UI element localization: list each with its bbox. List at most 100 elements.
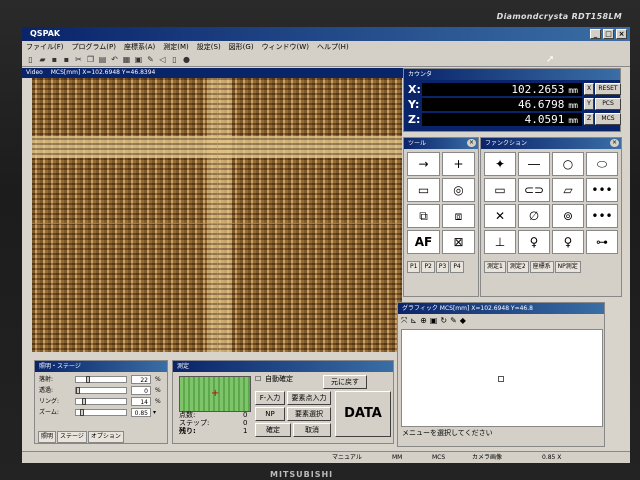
tab-coordinate[interactable]: 座標系: [529, 261, 554, 273]
trans-slider[interactable]: [75, 387, 127, 394]
new-file-icon[interactable]: ▯: [26, 55, 35, 64]
tools-close-icon[interactable]: ×: [467, 139, 476, 147]
open-folder-icon[interactable]: ▰: [38, 55, 47, 64]
func-rectangle[interactable]: ▭: [484, 178, 516, 202]
data-button[interactable]: DATA: [335, 391, 391, 437]
close-button[interactable]: ×: [616, 29, 627, 39]
func-parallelogram[interactable]: ▱: [552, 178, 584, 202]
pan-icon[interactable]: ⤧: [401, 316, 407, 326]
menu-settings[interactable]: 設定(S): [197, 41, 221, 53]
tab-stage[interactable]: ステージ: [57, 431, 87, 443]
camera-view[interactable]: [32, 78, 402, 352]
save-all-icon[interactable]: ▪: [62, 55, 71, 64]
func-point-circle[interactable]: ♀: [518, 230, 550, 254]
zero-x-button[interactable]: X: [584, 83, 594, 95]
func-tangent[interactable]: ∅: [518, 204, 550, 228]
tool-box-edge[interactable]: ⧉: [407, 204, 440, 228]
epi-value[interactable]: 22: [131, 375, 151, 384]
menu-window[interactable]: ウィンドウ(W): [262, 41, 309, 53]
tab-measure1[interactable]: 測定1: [484, 261, 506, 273]
zoom-slider[interactable]: [75, 409, 127, 416]
image-icon[interactable]: ▣: [134, 55, 143, 64]
save-icon[interactable]: ▪: [50, 55, 59, 64]
zero-y-button[interactable]: Y: [584, 98, 594, 110]
zoom-fit-icon[interactable]: ▣: [430, 316, 438, 326]
confirm-button[interactable]: 確定: [255, 423, 291, 437]
func-ellipse[interactable]: ⬭: [586, 152, 618, 176]
auto-confirm-checkbox[interactable]: ☐: [255, 375, 261, 384]
tab-option[interactable]: オプション: [87, 431, 124, 443]
rotate-icon[interactable]: ↻: [440, 316, 447, 326]
grid-icon[interactable]: ▦: [122, 55, 131, 64]
undo-button[interactable]: 元に戻す: [323, 375, 367, 389]
np-button[interactable]: NP: [255, 407, 285, 421]
tool-pattern[interactable]: ⊠: [442, 230, 475, 254]
add-point-button[interactable]: 要素点入力: [287, 391, 331, 405]
record-icon[interactable]: ●: [182, 55, 191, 64]
brush-icon[interactable]: ✎: [450, 316, 457, 326]
zoom-label: ズーム:: [39, 409, 59, 416]
ring-value[interactable]: 14: [131, 397, 151, 406]
epi-slider-thumb[interactable]: [86, 376, 90, 383]
menu-measure[interactable]: 測定(M): [163, 41, 189, 53]
f-input-button[interactable]: F-入力: [255, 391, 285, 405]
cut-icon[interactable]: ✂: [74, 55, 83, 64]
axis-icon[interactable]: ⊾: [410, 316, 417, 326]
tool-box[interactable]: ▭: [407, 178, 440, 202]
func-distance[interactable]: •••: [586, 178, 618, 202]
pcs-button[interactable]: PCS: [595, 98, 621, 110]
func-circle-point[interactable]: ♀: [552, 230, 584, 254]
tab-p1[interactable]: P1: [407, 261, 421, 273]
mcs-button[interactable]: MCS: [595, 113, 621, 125]
tab-p3[interactable]: P3: [435, 261, 450, 273]
menu-program[interactable]: プログラム(P): [72, 41, 116, 53]
tab-np-measure[interactable]: NP測定: [554, 261, 581, 273]
cancel-button[interactable]: 取消: [293, 423, 331, 437]
tab-lighting[interactable]: 照明: [38, 431, 57, 443]
zoom-in-icon[interactable]: ⊕: [420, 316, 427, 326]
func-circle-distance[interactable]: ⊶: [586, 230, 618, 254]
ring-slider-thumb[interactable]: [82, 398, 86, 405]
play-icon[interactable]: ◁: [158, 55, 167, 64]
step-icon[interactable]: ▯: [170, 55, 179, 64]
menu-coordinate[interactable]: 座標系(A): [124, 41, 155, 53]
fill-icon[interactable]: ◆: [460, 316, 466, 326]
functions-close-icon[interactable]: ×: [610, 139, 619, 147]
trans-value[interactable]: 0: [131, 386, 151, 395]
zoom-value[interactable]: 0.85: [131, 408, 151, 417]
menu-shape[interactable]: 図形(G): [229, 41, 254, 53]
copy-icon[interactable]: ❐: [86, 55, 95, 64]
tool-cross[interactable]: +: [442, 152, 475, 176]
zoom-dropdown-icon[interactable]: ▾: [153, 408, 156, 417]
undo-icon[interactable]: ↶: [110, 55, 119, 64]
maximize-button[interactable]: □: [603, 29, 614, 39]
select-element-button[interactable]: 要素選択: [287, 407, 331, 421]
func-pitch[interactable]: •••: [586, 204, 618, 228]
func-perpendicular[interactable]: ⊥: [484, 230, 516, 254]
func-intersection[interactable]: ✕: [484, 204, 516, 228]
menu-help[interactable]: ヘルプ(H): [317, 41, 349, 53]
tool-autofocus[interactable]: AF: [407, 230, 440, 254]
tab-measure2[interactable]: 測定2: [506, 261, 529, 273]
reset-button[interactable]: RESET: [595, 83, 621, 95]
tool-box-inner[interactable]: ⧈: [442, 204, 475, 228]
func-point[interactable]: ✦: [484, 152, 516, 176]
func-circle-circle[interactable]: ⊚: [552, 204, 584, 228]
tool-circle[interactable]: ◎: [442, 178, 475, 202]
trans-slider-thumb[interactable]: [76, 387, 80, 394]
tab-p2[interactable]: P2: [421, 261, 435, 273]
zero-z-button[interactable]: Z: [584, 113, 594, 125]
minimize-button[interactable]: _: [590, 29, 601, 39]
epi-slider[interactable]: [75, 376, 127, 383]
pen-icon[interactable]: ✎: [146, 55, 155, 64]
zoom-slider-thumb[interactable]: [80, 409, 84, 416]
func-circle[interactable]: ○: [552, 152, 584, 176]
func-slot[interactable]: ⊂⊃: [518, 178, 550, 202]
tab-p4[interactable]: P4: [450, 261, 464, 273]
func-line[interactable]: ―: [518, 152, 550, 176]
ring-slider[interactable]: [75, 398, 127, 405]
menu-file[interactable]: ファイル(F): [26, 41, 64, 53]
tool-arrow[interactable]: →: [407, 152, 440, 176]
paste-icon[interactable]: ▤: [98, 55, 107, 64]
graphic-canvas[interactable]: [401, 329, 603, 427]
